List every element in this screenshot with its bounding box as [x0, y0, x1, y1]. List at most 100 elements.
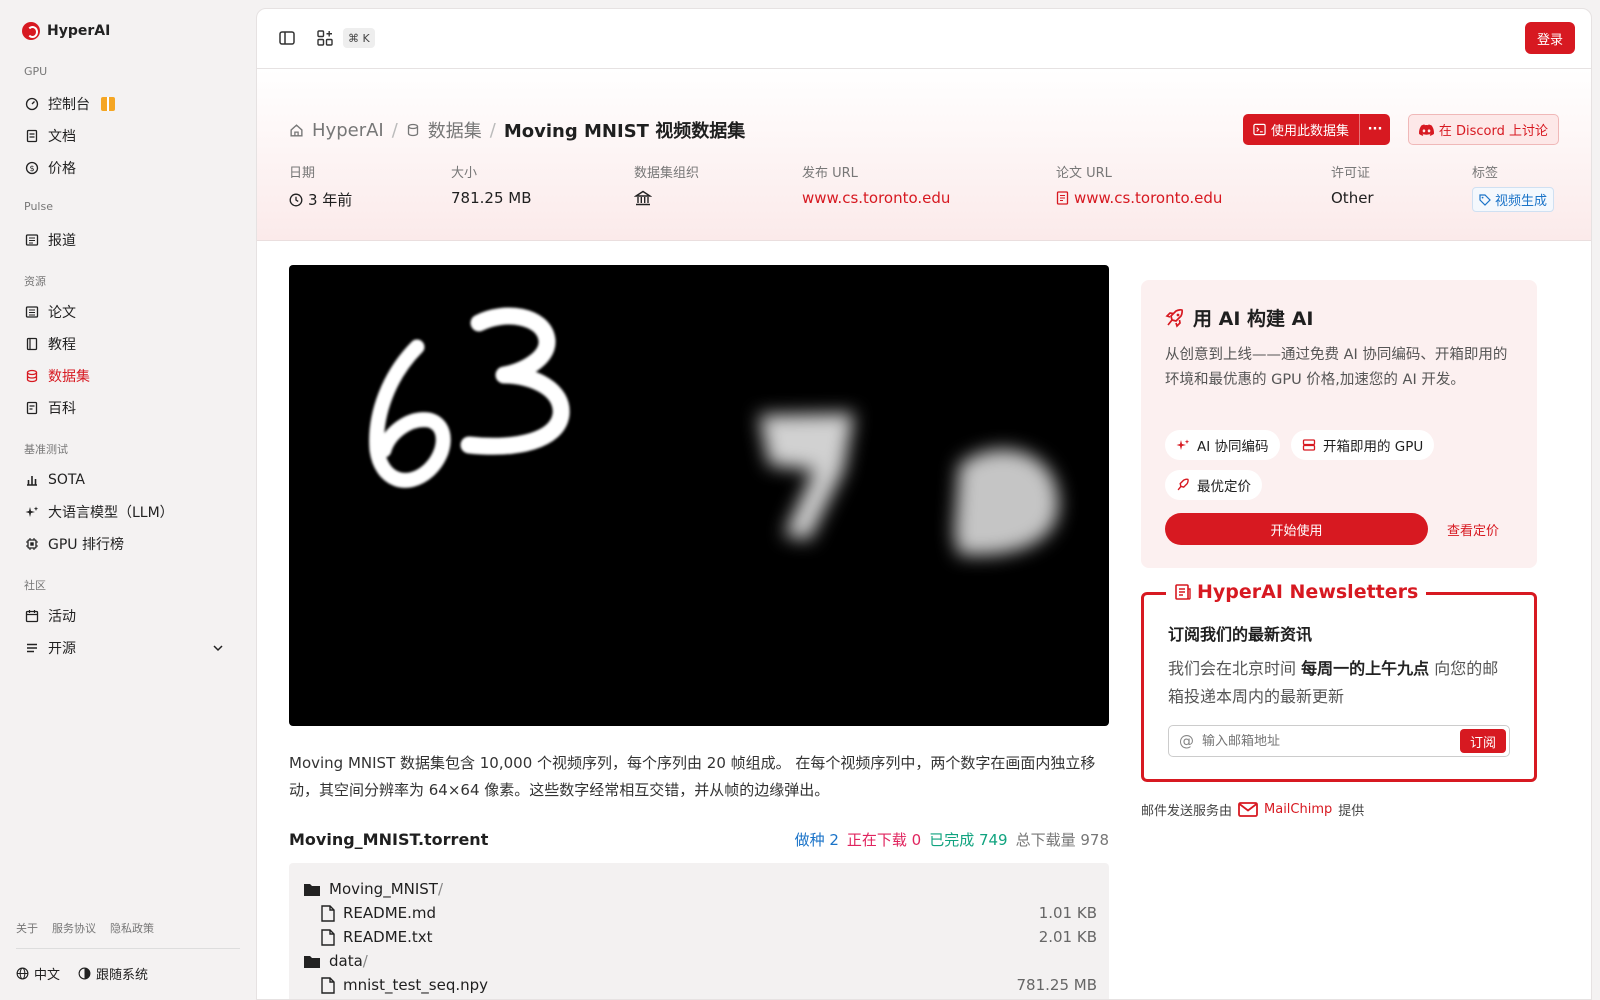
pill-pricing: 最优定价 [1165, 470, 1262, 500]
meta-label: 许可证 [1331, 166, 1371, 181]
file-row[interactable]: Moving_MNIST/ [303, 877, 1097, 901]
sidebar-item-wiki[interactable]: 百科 [16, 393, 236, 423]
start-button[interactable]: 开始使用 [1165, 513, 1428, 545]
login-button[interactable]: 登录 [1525, 22, 1575, 54]
file-name: README.md [343, 904, 437, 922]
release-url-link[interactable]: www.cs.toronto.edu [802, 189, 950, 207]
section-title-community: 社区 [24, 579, 46, 592]
brand-name: HyperAI [47, 23, 111, 39]
paper-icon [25, 305, 39, 319]
meta-release-url: 发布 URL www.cs.toronto.edu [802, 162, 950, 207]
sidebar-item-llm[interactable]: 大语言模型（LLM） [16, 497, 236, 527]
breadcrumb-datasets[interactable]: 数据集 [428, 117, 482, 143]
path-slash: / [437, 880, 444, 898]
apps-icon[interactable] [316, 29, 334, 47]
pill-gpu: 开箱即用的 GPU [1291, 430, 1435, 460]
server-icon [1302, 439, 1316, 451]
paper-url-link: www.cs.toronto.edu [1074, 189, 1223, 207]
file-row[interactable]: README.txt 2.01 KB [303, 925, 1097, 949]
folder-name: Moving_MNIST [329, 880, 438, 898]
institution-icon [634, 190, 652, 206]
newsletter-text: 我们会在北京时间 每周一的上午九点 向您的邮箱投递本周内的最新更新 [1168, 655, 1510, 711]
promo-text: 从创意到上线——通过免费 AI 协同编码、开箱即用的环境和最优惠的 GPU 价格… [1165, 347, 1508, 388]
sidebar-item-label: 开源 [48, 641, 76, 657]
view-pricing-link[interactable]: 查看定价 [1447, 513, 1499, 545]
sidebar-item-label: SOTA [48, 472, 85, 488]
svg-text:$: $ [29, 164, 34, 173]
meta-organization: 数据集组织 [634, 162, 699, 207]
terms-link[interactable]: 服务协议 [52, 920, 96, 936]
subscribe-button[interactable]: 订阅 [1460, 729, 1506, 753]
discord-button[interactable]: 在 Discord 上讨论 [1407, 114, 1559, 145]
sidebar-item-label: 数据集 [48, 369, 90, 385]
newsletter-text-bold: 每周一的上午九点 [1301, 659, 1430, 678]
meta-size: 大小 781.25 MB [451, 162, 532, 207]
wiki-icon [25, 401, 39, 415]
sidebar-item-events[interactable]: 活动 [16, 601, 236, 631]
database-icon [407, 123, 418, 137]
file-tree: Moving_MNIST/ README.md 1.01 KB README.t… [289, 863, 1109, 999]
file-row[interactable]: README.md 1.01 KB [303, 901, 1097, 925]
mailchimp-link[interactable]: MailChimp [1264, 802, 1332, 817]
sidebar-item-label: 大语言模型（LLM） [48, 505, 174, 521]
sidebar-toggle-icon[interactable] [278, 29, 296, 47]
bar-chart-icon [25, 473, 39, 487]
about-link[interactable]: 关于 [16, 920, 38, 936]
breadcrumb-separator: / [489, 119, 496, 141]
sidebar-item-news[interactable]: 报道 [16, 225, 236, 255]
breadcrumb-home[interactable]: HyperAI [312, 120, 384, 141]
file-name: README.txt [343, 928, 433, 946]
meta-value[interactable]: www.cs.toronto.edu [1056, 189, 1222, 207]
file-row[interactable]: mnist_test_seq.npy 781.25 MB [303, 973, 1097, 997]
search-shortcut[interactable]: ⌘ K [343, 28, 375, 48]
sidebar-item-label: 控制台 [48, 97, 90, 113]
meta-label: 日期 [289, 166, 316, 181]
file-icon [321, 976, 335, 994]
discord-icon [1418, 123, 1434, 136]
sidebar-item-sota[interactable]: SOTA [16, 465, 236, 495]
newsletter-box: HyperAI Newsletters 订阅我们的最新资讯 我们会在北京时间 每… [1141, 581, 1537, 782]
more-options-button[interactable]: ··· [1359, 114, 1390, 145]
newsletter-title-text: HyperAI Newsletters [1197, 581, 1419, 603]
main-panel: ⌘ K 登录 HyperAI / 数据集 / Moving MNIST 视频数据… [256, 8, 1592, 1000]
mail-credit-post: 提供 [1338, 804, 1365, 819]
file-row[interactable]: data/ [303, 949, 1097, 973]
video-preview[interactable] [289, 265, 1109, 726]
tag-icon [1479, 193, 1491, 206]
meta-label: 大小 [451, 166, 478, 181]
meta-label: 论文 URL [1056, 166, 1112, 181]
folder-icon [304, 955, 320, 968]
torrent-name[interactable]: Moving_MNIST.torrent [289, 830, 488, 849]
privacy-link[interactable]: 隐私政策 [110, 920, 154, 936]
promo-card: 用 AI 构建 AI 从创意到上线——通过免费 AI 协同编码、开箱即用的环境和… [1141, 280, 1537, 568]
sidebar-item-datasets[interactable]: 数据集 [16, 361, 236, 391]
chevron-down-icon[interactable] [212, 642, 224, 657]
sidebar-item-pricing[interactable]: $ 价格 [16, 153, 236, 183]
rocket-icon [1177, 478, 1189, 491]
mailchimp-credit: 邮件发送服务由 MailChimp 提供 [1141, 800, 1364, 819]
seeding-count: 做种 2 [794, 831, 839, 849]
section-title-resources: 资源 [24, 275, 46, 288]
breadcrumb: HyperAI / 数据集 / Moving MNIST 视频数据集 [289, 117, 745, 143]
sidebar-item-tutorials[interactable]: 教程 [16, 329, 236, 359]
theme-switcher[interactable]: 跟随系统 [78, 964, 148, 983]
sidebar-footer-links: 关于 服务协议 隐私政策 [16, 920, 154, 936]
email-input[interactable] [1202, 733, 1452, 749]
language-switcher[interactable]: 中文 [16, 964, 60, 983]
newsletter-heading: 订阅我们的最新资讯 [1168, 625, 1313, 644]
sidebar-item-console[interactable]: 控制台 [16, 89, 236, 119]
sidebar: HyperAI GPU 控制台 文档 $ 价格 Pulse 报道 资源 论文 教… [0, 0, 255, 1000]
sidebar-item-papers[interactable]: 论文 [16, 297, 236, 327]
tag-badge[interactable]: 视频生成 [1472, 187, 1555, 212]
use-dataset-button[interactable]: 使用此数据集 [1243, 114, 1359, 145]
sidebar-item-docs[interactable]: 文档 [16, 121, 236, 151]
sidebar-item-open-source[interactable]: 开源 [16, 633, 236, 663]
brand-logo[interactable]: HyperAI [22, 22, 110, 40]
sidebar-settings: 中文 跟随系统 [16, 964, 148, 983]
language-label: 中文 [34, 968, 61, 983]
email-field: @ 订阅 [1168, 725, 1510, 757]
sidebar-item-gpu-leaderboard[interactable]: GPU 排行榜 [16, 529, 236, 559]
section-title-pulse: Pulse [24, 200, 53, 213]
sidebar-item-label: 百科 [48, 401, 76, 417]
discord-label: 在 Discord 上讨论 [1438, 124, 1548, 139]
